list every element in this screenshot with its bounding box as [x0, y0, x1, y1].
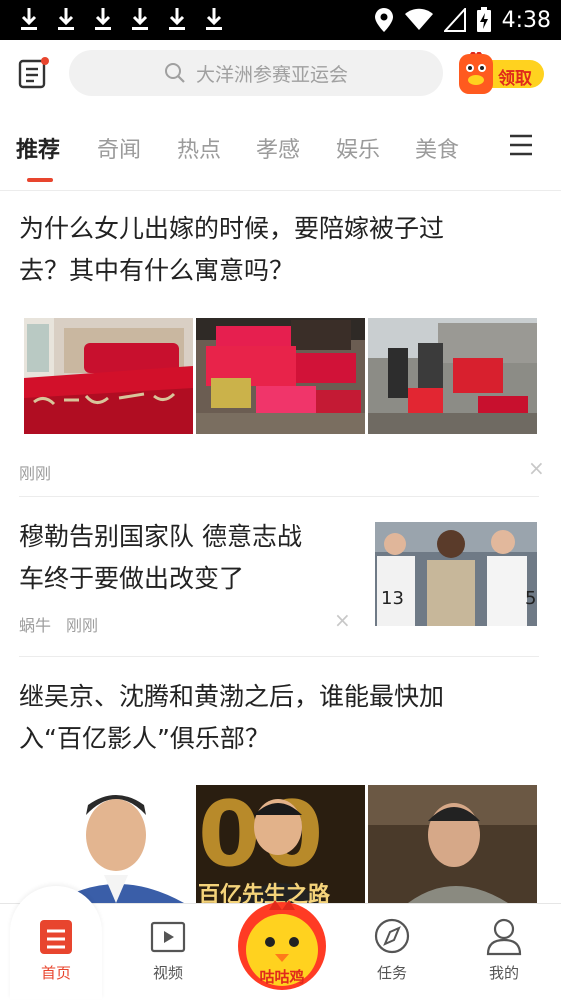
video-icon[interactable]: [128, 920, 208, 956]
mascot-icon: [459, 52, 493, 94]
close-icon[interactable]: ×: [528, 456, 545, 480]
search-bar[interactable]: 大洋洲参赛亚运会: [69, 50, 443, 96]
article-title-line: 为什么女儿出嫁的时候，要陪嫁被子过: [19, 214, 445, 243]
news-menu-icon[interactable]: [18, 56, 50, 90]
ceremony-photo: [368, 318, 537, 434]
actor-photo: [24, 785, 193, 903]
reward-label: 领取: [498, 69, 532, 89]
download-icon: [95, 8, 111, 30]
profile-icon[interactable]: [464, 918, 544, 958]
tab-oddities[interactable]: 奇闻: [97, 132, 141, 164]
hamburger-menu-icon[interactable]: [508, 132, 534, 158]
article-thumbnail[interactable]: [368, 318, 537, 434]
article-title-line: 穆勒告别国家队 德意志战: [19, 522, 302, 551]
dowry-photo: [196, 318, 365, 434]
article-thumbnail[interactable]: [24, 785, 193, 903]
search-placeholder: 大洋洲参赛亚运会: [195, 63, 348, 86]
svg-text:5: 5: [525, 588, 536, 609]
download-icon: [206, 8, 222, 30]
article-title[interactable]: 为什么女儿出嫁的时候，要陪嫁被子过 去？其中有什么寓意吗？: [19, 208, 539, 292]
football-team-photo: 13 5: [375, 522, 537, 626]
clock: 4:38: [501, 7, 551, 33]
article-thumbnail[interactable]: 00 百亿先生之路: [196, 785, 365, 903]
download-icon: [21, 8, 37, 30]
category-tabs: 推荐 奇闻 热点 孝感 娱乐 美食: [0, 106, 561, 191]
battery-charging-icon: [476, 7, 491, 32]
tab-recommend[interactable]: 推荐: [16, 132, 60, 164]
bed-photo: [24, 318, 193, 434]
article-thumbnail[interactable]: [368, 785, 537, 903]
article-title[interactable]: 继吴京、沈腾和黄渤之后，谁能最快加 入“百亿影人”俱乐部？: [19, 676, 539, 760]
close-icon[interactable]: ×: [334, 608, 351, 632]
article-thumbnail[interactable]: [196, 318, 365, 434]
compass-icon[interactable]: [352, 918, 432, 958]
active-tab-indicator: [27, 178, 53, 182]
reward-button[interactable]: 领取: [458, 52, 546, 96]
top-header: 大洋洲参赛亚运会 领取: [0, 40, 561, 106]
article-title-line: 入“百亿影人”俱乐部？: [19, 724, 270, 753]
divider: [19, 656, 539, 657]
chick-label: 咕咕鸡: [259, 968, 304, 986]
nav-video-label[interactable]: 视频: [128, 962, 208, 983]
actor-photo: [368, 785, 537, 903]
search-icon: [164, 63, 185, 83]
nav-task-label[interactable]: 任务: [352, 962, 432, 983]
article-thumbnail[interactable]: [24, 318, 193, 434]
signal-icon: [443, 8, 466, 32]
divider: [19, 496, 539, 497]
tab-xiaogan[interactable]: 孝感: [256, 132, 300, 164]
article-title[interactable]: 穆勒告别国家队 德意志战 车终于要做出改变了: [19, 516, 349, 600]
status-bar: 4:38: [0, 0, 561, 40]
article-source: 蜗牛: [19, 616, 52, 635]
nav-home-label[interactable]: 首页: [16, 962, 96, 983]
gugu-chicken-icon[interactable]: 咕咕鸡: [237, 896, 327, 992]
download-icon: [169, 8, 185, 30]
tab-hot[interactable]: 热点: [177, 132, 221, 164]
download-icon: [132, 8, 148, 30]
tab-entertainment[interactable]: 娱乐: [336, 132, 380, 164]
article-thumbnail[interactable]: 13 5: [375, 522, 537, 626]
svg-text:13: 13: [381, 588, 404, 609]
download-icon: [58, 8, 74, 30]
wifi-icon: [404, 8, 433, 30]
home-icon[interactable]: [16, 918, 96, 958]
article-title-line: 去？其中有什么寓意吗？: [19, 256, 295, 285]
article-title-line: 车终于要做出改变了: [19, 564, 245, 593]
nav-mine-label[interactable]: 我的: [464, 962, 544, 983]
article-title-line: 继吴京、沈腾和黄渤之后，谁能最快加: [19, 682, 445, 711]
article-time: 刚刚: [19, 464, 52, 483]
article-time: 刚刚: [66, 616, 99, 635]
location-icon: [374, 8, 393, 32]
tab-food[interactable]: 美食: [415, 132, 459, 164]
